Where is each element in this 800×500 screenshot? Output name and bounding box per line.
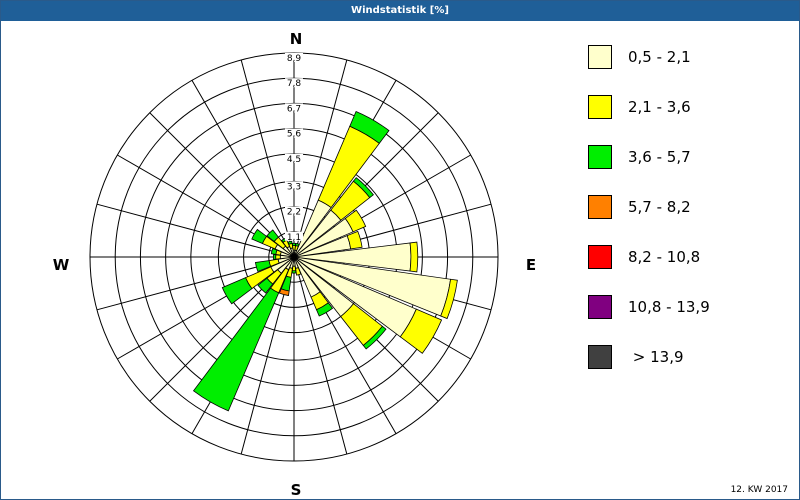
legend-label: 5,7 - 8,2 [628,197,691,216]
wind-sector-segment [291,270,297,274]
legend-item: 8,2 - 10,8 [588,244,710,269]
legend-item: 2,1 - 3,6 [588,94,710,119]
ring-label: 8,9 [287,54,302,64]
wind-rose-bars [192,110,458,412]
legend-item: 10,8 - 13,9 [588,294,710,319]
wind-sector-segment [221,277,253,305]
legend-swatch [588,244,612,269]
legend-swatch [588,144,612,169]
legend-label: 3,6 - 5,7 [628,147,691,166]
ring-label: 1,1 [287,233,301,243]
wind-sector-segment [409,241,419,273]
legend-label: 10,8 - 13,9 [628,297,710,316]
legend-item: 0,5 - 2,1 [588,44,710,69]
legend-label: 8,2 - 10,8 [628,247,701,266]
ring-label: 3,3 [287,182,301,192]
ring-label: 6,7 [287,104,301,114]
ring-label: 4,5 [287,155,301,165]
legend-item: 3,6 - 5,7 [588,144,710,169]
ring-label: 2,2 [287,208,301,218]
wind-sector-segment [291,242,297,247]
legend: 0,5 - 2,1 2,1 - 3,6 3,6 - 5,7 5,7 - 8,2 … [588,44,710,394]
grid-spoke [191,80,295,258]
legend-item: 5,7 - 8,2 [588,194,710,219]
legend-label: > 13,9 [628,347,684,366]
wind-sector-segment [192,287,280,412]
compass-south-label: S [291,481,302,499]
legend-swatch [588,344,612,369]
legend-swatch [588,294,612,319]
grid-spoke [96,203,295,258]
legend-item: > 13,9 [588,344,710,369]
legend-label: 2,1 - 3,6 [628,97,691,116]
compass-east-label: E [526,256,536,274]
week-label: 12. KW 2017 [730,485,788,495]
compass-north-label: N [290,30,303,48]
legend-swatch [588,194,612,219]
legend-label: 0,5 - 2,1 [628,47,691,66]
compass-west-label: W [53,256,70,274]
ring-label: 5,6 [287,130,302,140]
legend-swatch [588,44,612,69]
ring-label: 7,8 [287,79,302,89]
wind-sector-segment [272,254,277,260]
legend-swatch [588,94,612,119]
wind-sector-segment [275,254,281,260]
